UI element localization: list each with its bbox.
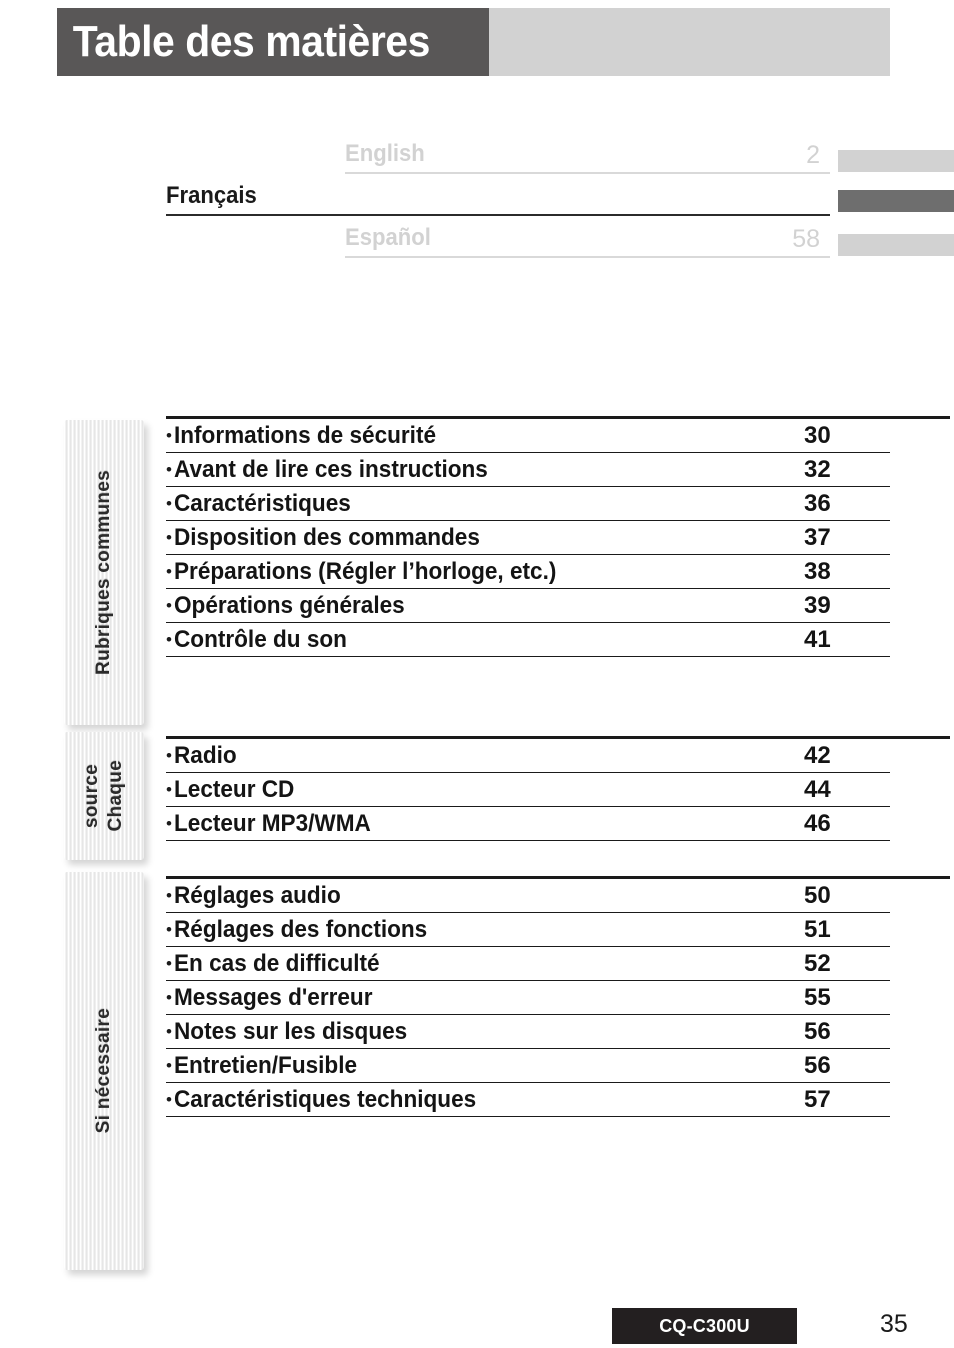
toc-entry-label: Lecteur MP3/WMA [173,810,371,837]
bullet-icon: • [166,459,172,479]
toc-entry-page: 37 [804,524,831,551]
toc-entry-page: 51 [804,916,831,943]
toc-table: • Réglages audio 50 • Réglages des fonctions… [166,876,950,1117]
toc-entry-page: 30 [804,422,831,449]
toc-entry-page: 56 [804,1052,831,1079]
bullet-icon: • [166,919,172,939]
model-badge-label: CQ-C300U [659,1315,750,1336]
toc-entry-page: 56 [804,1018,831,1045]
side-tab-label: Si nécessaire [93,1008,114,1134]
toc-entry-label: Réglages des fonctions [173,916,428,943]
language-rule [345,256,830,258]
language-row-franais[interactable]: Français [0,174,954,216]
bullet-icon: • [166,885,172,905]
toc-entry-label: Disposition des commandes [173,524,480,551]
language-edge-marker [838,150,954,172]
toc-entry-label: Radio [173,742,237,769]
side-tab-label: Rubriques communes [93,470,114,675]
toc-entry-row[interactable]: • Radio 42 [166,739,950,773]
toc-entry-page: 52 [804,950,831,977]
toc-entry-page: 39 [804,592,831,619]
toc-entry-page: 55 [804,984,831,1011]
toc-entry-label: Contrôle du son [173,626,347,653]
toc-entry-row[interactable]: • Notes sur les disques 56 [166,1015,950,1049]
bullet-icon: • [166,425,172,445]
toc-entry-label: Avant de lire ces instructions [173,456,488,483]
toc-entry-page: 38 [804,558,831,585]
toc-table: • Radio 42 • Lecteur CD 44 • Lecteur MP3/WMA 46 [166,736,950,841]
toc-entry-label: Entretien/Fusible [173,1052,357,1079]
toc-entry-row[interactable]: • Lecteur CD 44 [166,773,950,807]
bullet-icon: • [166,953,172,973]
toc-entry-row[interactable]: • En cas de difficulté 52 [166,947,950,981]
toc-entry-label: Lecteur CD [173,776,295,803]
toc-entry-page: 36 [804,490,831,517]
toc-entry-label: Caractéristiques [173,490,351,517]
toc-entry-row[interactable]: • Caractéristiques 36 [166,487,950,521]
toc-entry-row[interactable]: • Disposition des commandes 37 [166,521,950,555]
section-side-tab[interactable]: Si nécessaire [64,872,144,1270]
bullet-icon: • [166,1055,172,1075]
page-title-block: Table des matières [57,8,489,76]
toc-entry-page: 50 [804,882,831,909]
toc-entry-label: Préparations (Régler l’horloge, etc.) [173,558,557,585]
toc-entry-row[interactable]: • Réglages des fonctions 51 [166,913,950,947]
toc-entry-row[interactable]: • Lecteur MP3/WMA 46 [166,807,950,841]
side-tab-label: source [81,763,102,829]
side-tab-text-group: Rubriques communes [93,470,115,675]
bullet-icon: • [166,1089,172,1109]
language-label: Español [345,224,431,251]
toc-entry-page: 44 [804,776,831,803]
language-nav: English 2 Français Español 58 [0,132,954,258]
bullet-icon: • [166,527,172,547]
toc-entry-label: En cas de difficulté [173,950,380,977]
toc-entry-row[interactable]: • Contrôle du son 41 [166,623,950,657]
toc-table: • Informations de sécurité 30 • Avant de lir… [166,416,950,657]
bullet-icon: • [166,745,172,765]
language-label: Français [166,182,257,209]
toc-entry-page: 42 [804,742,831,769]
toc-entry-row[interactable]: • Réglages audio 50 [166,879,950,913]
toc-entry-label: Informations de sécurité [173,422,436,449]
toc-entry-label: Réglages audio [173,882,341,909]
language-row-english[interactable]: English 2 [0,132,954,174]
toc-entry-row[interactable]: • Informations de sécurité 30 [166,419,950,453]
side-tab-text-group: Si nécessaire [93,1008,115,1133]
section-side-tab[interactable]: Chaque source [64,732,144,860]
language-edge-marker [838,234,954,256]
toc-entry-row[interactable]: • Opérations générales 39 [166,589,950,623]
toc-entry-page: 41 [804,626,831,653]
toc-entry-label: Notes sur les disques [173,1018,408,1045]
side-tab-label: Chaque [105,760,126,832]
language-row-espaol[interactable]: Español 58 [0,216,954,258]
model-badge: CQ-C300U [612,1308,797,1344]
bullet-icon: • [166,813,172,833]
toc-entry-page: 57 [804,1086,831,1113]
bullet-icon: • [166,1021,172,1041]
toc-entry-label: Opérations générales [173,592,405,619]
toc-entry-page: 32 [804,456,831,483]
toc-entry-page: 46 [804,810,831,837]
page-title: Table des matières [72,17,431,66]
bullet-icon: • [166,779,172,799]
bullet-icon: • [166,493,172,513]
language-label: English [345,140,425,167]
toc-entry-row[interactable]: • Caractéristiques techniques 57 [166,1083,950,1117]
bullet-icon: • [166,595,172,615]
language-page-number: 58 [792,225,820,253]
toc-entry-row[interactable]: • Entretien/Fusible 56 [166,1049,950,1083]
bullet-icon: • [166,987,172,1007]
toc-entry-row[interactable]: • Avant de lire ces instructions 32 [166,453,950,487]
page-number: 35 [880,1310,908,1338]
bullet-icon: • [166,561,172,581]
section-side-tab[interactable]: Rubriques communes [64,420,144,725]
side-tab-text-group: Chaque source [81,760,127,831]
language-edge-marker [838,190,954,212]
toc-entry-row[interactable]: • Messages d'erreur 55 [166,981,950,1015]
language-page-number: 2 [806,141,820,169]
toc-entry-label: Messages d'erreur [173,984,373,1011]
toc-entry-row[interactable]: • Préparations (Régler l’horloge, etc.) 38 [166,555,950,589]
toc-entry-label: Caractéristiques techniques [173,1086,477,1113]
bullet-icon: • [166,629,172,649]
